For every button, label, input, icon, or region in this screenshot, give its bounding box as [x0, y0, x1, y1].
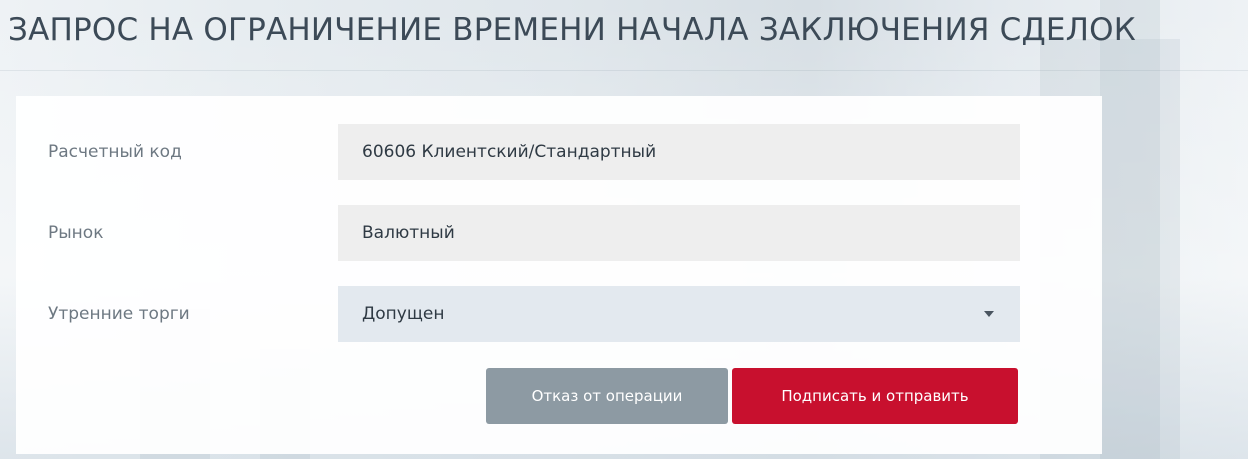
caret-down-icon [984, 311, 994, 317]
form-row-morning-session: Утренние торги Допущен [16, 286, 1102, 342]
market-field: Валютный [338, 205, 1020, 261]
cancel-operation-button[interactable]: Отказ от операции [486, 368, 728, 424]
morning-session-select[interactable]: Допущен [338, 286, 1020, 342]
market-label: Рынок [48, 223, 104, 243]
sign-and-send-button[interactable]: Подписать и отправить [732, 368, 1018, 424]
form-row-settlement-code: Расчетный код 60606 Клиентский/Стандартн… [16, 124, 1102, 180]
morning-session-value: Допущен [362, 304, 445, 324]
settlement-code-field: 60606 Клиентский/Стандартный [338, 124, 1020, 180]
page-title: ЗАПРОС НА ОГРАНИЧЕНИЕ ВРЕМЕНИ НАЧАЛА ЗАК… [8, 12, 1136, 48]
form-row-market: Рынок Валютный [16, 205, 1102, 261]
background-building [1100, 0, 1160, 459]
request-form: Расчетный код 60606 Клиентский/Стандартн… [16, 96, 1102, 454]
background-line [0, 70, 1248, 71]
settlement-code-label: Расчетный код [48, 142, 182, 162]
morning-session-label: Утренние торги [48, 304, 190, 324]
